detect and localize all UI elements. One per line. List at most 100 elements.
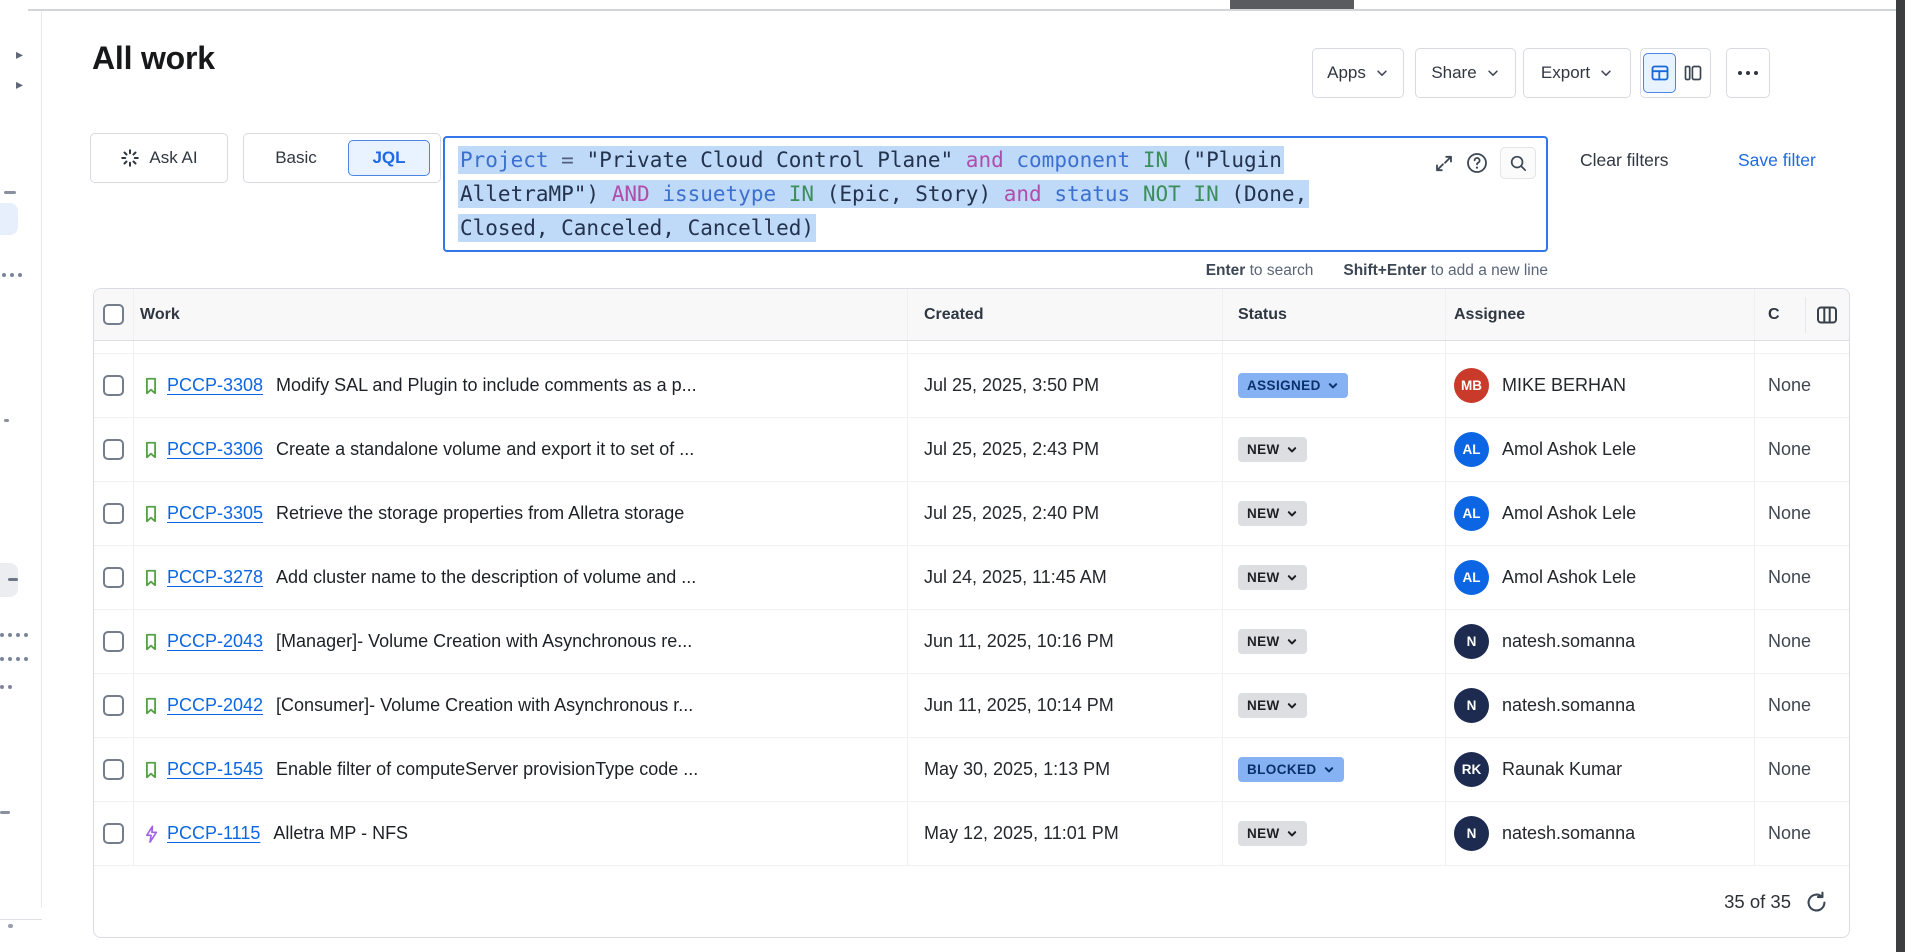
chevron-down-icon — [1286, 572, 1298, 584]
issue-key-link[interactable]: PCCP-1115 — [167, 823, 260, 844]
table-body: PCCP-3308 Modify SAL and Plugin to inclu… — [94, 354, 1849, 866]
story-icon — [140, 631, 162, 653]
column-header-assignee[interactable]: Assignee — [1454, 306, 1525, 324]
column-header-extra[interactable]: C — [1768, 306, 1780, 324]
issue-key-link[interactable]: PCCP-2042 — [167, 695, 263, 716]
export-button[interactable]: Export — [1523, 48, 1631, 98]
table-row: PCCP-3278 Add cluster name to the descri… — [94, 546, 1849, 610]
table-row: PCCP-2043 [Manager]- Volume Creation wit… — [94, 610, 1849, 674]
issue-summary[interactable]: Retrieve the storage properties from All… — [276, 503, 684, 524]
sidebar-fragment — [8, 924, 13, 928]
assignee-name: Raunak Kumar — [1502, 759, 1622, 780]
status-badge[interactable]: NEW — [1238, 629, 1307, 654]
issue-key-link[interactable]: PCCP-3308 — [167, 375, 263, 396]
sidebar-item-selected[interactable] — [0, 203, 18, 235]
help-icon — [1465, 151, 1489, 175]
row-checkbox[interactable] — [103, 695, 124, 716]
syntax-help-button[interactable] — [1465, 151, 1489, 175]
assignee-avatar[interactable]: RK — [1454, 752, 1489, 787]
share-button[interactable]: Share — [1415, 48, 1516, 98]
run-search-button[interactable] — [1500, 147, 1536, 179]
issue-summary[interactable]: Alletra MP - NFS — [273, 823, 408, 844]
row-checkbox[interactable] — [103, 439, 124, 460]
detail-view-toggle[interactable] — [1678, 53, 1708, 93]
configure-columns-button[interactable] — [1805, 297, 1841, 333]
created-value: Jul 25, 2025, 2:40 PM — [924, 503, 1099, 524]
editor-hints: Enter to searchShift+Enter to add a new … — [443, 262, 1548, 280]
row-checkbox[interactable] — [103, 759, 124, 780]
issue-key-link[interactable]: PCCP-2043 — [167, 631, 263, 652]
jql-input[interactable]: Project = "Private Cloud Control Plane" … — [458, 143, 1309, 245]
table-row: PCCP-3306 Create a standalone volume and… — [94, 418, 1849, 482]
issue-summary[interactable]: Create a standalone volume and export it… — [276, 439, 694, 460]
story-icon — [140, 439, 162, 461]
more-actions-button[interactable] — [1726, 48, 1770, 98]
status-badge[interactable]: NEW — [1238, 693, 1307, 718]
status-badge[interactable]: ASSIGNED — [1238, 373, 1348, 398]
save-filter-button[interactable]: Save filter — [1738, 150, 1816, 171]
assignee-avatar[interactable]: N — [1454, 816, 1489, 851]
issue-key-link[interactable]: PCCP-3278 — [167, 567, 263, 588]
chevron-down-icon — [1375, 66, 1389, 80]
assignee-avatar[interactable]: AL — [1454, 496, 1489, 531]
issue-summary[interactable]: Modify SAL and Plugin to include comment… — [276, 375, 697, 396]
select-all-checkbox[interactable] — [103, 304, 124, 325]
jql-editor[interactable]: Project = "Private Cloud Control Plane" … — [443, 136, 1548, 252]
screen-top-artifact — [1230, 0, 1354, 9]
issue-summary[interactable]: Add cluster name to the description of v… — [276, 567, 696, 588]
created-value: Jul 25, 2025, 2:43 PM — [924, 439, 1099, 460]
assignee-name: MIKE BERHAN — [1502, 375, 1626, 396]
status-badge[interactable]: NEW — [1238, 565, 1307, 590]
row-checkbox[interactable] — [103, 503, 124, 524]
apps-button[interactable]: Apps — [1312, 48, 1404, 98]
assignee-avatar[interactable]: N — [1454, 624, 1489, 659]
chevron-right-icon[interactable]: ▸ — [16, 77, 23, 91]
row-checkbox[interactable] — [103, 567, 124, 588]
issue-summary[interactable]: Enable filter of computeServer provision… — [276, 759, 698, 780]
assignee-avatar[interactable]: AL — [1454, 432, 1489, 467]
status-badge[interactable]: NEW — [1238, 501, 1307, 526]
chevron-down-icon — [1286, 444, 1298, 456]
detail-view-icon — [1683, 63, 1703, 83]
mode-basic-button[interactable]: Basic — [244, 148, 348, 168]
assignee-name: natesh.somanna — [1502, 631, 1635, 652]
row-checkbox[interactable] — [103, 375, 124, 396]
extra-column-value: None — [1768, 695, 1811, 716]
column-header-status[interactable]: Status — [1238, 306, 1287, 324]
column-header-created[interactable]: Created — [924, 306, 984, 324]
column-header-work[interactable]: Work — [140, 306, 180, 324]
sidebar-fragment — [0, 657, 28, 661]
status-badge[interactable]: NEW — [1238, 821, 1307, 846]
refresh-button[interactable] — [1804, 890, 1829, 915]
panel-top-border — [28, 9, 1896, 11]
status-badge[interactable]: BLOCKED — [1238, 757, 1344, 782]
chevron-right-icon[interactable]: ▸ — [16, 47, 23, 61]
query-mode-switcher: Basic JQL — [243, 133, 441, 183]
jira-all-work-page: ▸ ▸ All work Apps Share Export — [0, 0, 1912, 952]
issue-summary[interactable]: [Consumer]- Volume Creation with Asynchr… — [276, 695, 693, 716]
status-label: NEW — [1247, 826, 1280, 841]
sidebar-fragment — [8, 578, 18, 581]
apps-button-label: Apps — [1327, 63, 1366, 83]
status-badge[interactable]: NEW — [1238, 437, 1307, 462]
chevron-down-icon — [1286, 636, 1298, 648]
assignee-avatar[interactable]: MB — [1454, 368, 1489, 403]
row-checkbox[interactable] — [103, 823, 124, 844]
issue-key-link[interactable]: PCCP-3305 — [167, 503, 263, 524]
ai-sparkle-icon — [120, 148, 140, 168]
share-button-label: Share — [1431, 63, 1476, 83]
ask-ai-button[interactable]: Ask AI — [90, 133, 228, 183]
issue-key-link[interactable]: PCCP-3306 — [167, 439, 263, 460]
clear-filters-button[interactable]: Clear filters — [1580, 150, 1669, 171]
mode-jql-button[interactable]: JQL — [348, 140, 430, 176]
row-checkbox[interactable] — [103, 631, 124, 652]
issue-summary[interactable]: [Manager]- Volume Creation with Asynchro… — [276, 631, 692, 652]
issue-key-link[interactable]: PCCP-1545 — [167, 759, 263, 780]
extra-column-value: None — [1768, 759, 1811, 780]
assignee-avatar[interactable]: N — [1454, 688, 1489, 723]
table-view-toggle[interactable] — [1643, 53, 1676, 93]
assignee-avatar[interactable]: AL — [1454, 560, 1489, 595]
story-icon — [140, 567, 162, 589]
expand-editor-button[interactable] — [1434, 153, 1454, 173]
chevron-down-icon — [1327, 380, 1339, 392]
